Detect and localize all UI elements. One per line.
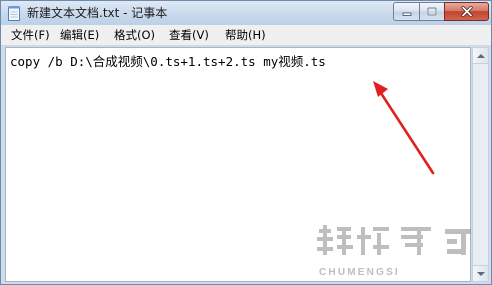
- menu-edit[interactable]: 编辑(E): [58, 27, 101, 44]
- notepad-window: 新建文本文档.txt - 记事本 文件(F) 编辑(E) 格式(O) 查看(V)…: [0, 0, 492, 285]
- window-title: 新建文本文档.txt - 记事本: [27, 6, 168, 20]
- maximize-icon: [427, 7, 437, 16]
- title-bar[interactable]: 新建文本文档.txt - 记事本: [1, 1, 491, 25]
- watermark-logo-icon: CHUMENGSI: [317, 225, 471, 278]
- menu-help[interactable]: 帮助(H): [223, 27, 268, 44]
- chevron-up-icon: [476, 53, 485, 58]
- maximize-button[interactable]: [419, 2, 445, 21]
- editor-content[interactable]: copy /b D:\合成视频\0.ts+1.ts+2.ts my视频.ts: [10, 54, 326, 70]
- annotation-arrow-icon: [373, 81, 435, 175]
- scroll-up-button[interactable]: [473, 48, 488, 64]
- minimize-button[interactable]: [393, 2, 420, 21]
- minimize-icon: [402, 12, 411, 16]
- watermark-text: CHUMENGSI: [319, 267, 400, 278]
- menu-format[interactable]: 格式(O): [112, 27, 157, 44]
- close-button[interactable]: [444, 2, 489, 21]
- notepad-icon: [8, 6, 20, 21]
- menu-view[interactable]: 查看(V): [167, 27, 211, 44]
- menu-file[interactable]: 文件(F): [9, 27, 52, 44]
- menu-bar: 文件(F) 编辑(E) 格式(O) 查看(V) 帮助(H): [1, 25, 491, 46]
- close-icon: [460, 6, 473, 17]
